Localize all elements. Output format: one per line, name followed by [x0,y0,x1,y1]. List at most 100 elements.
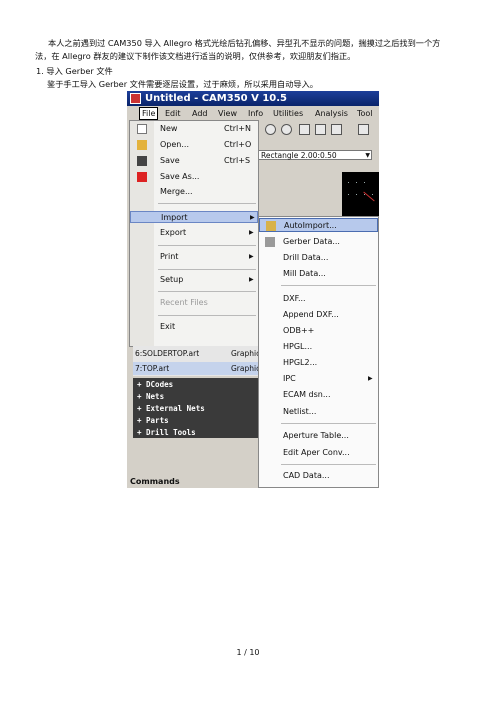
submenu-item-autoimport[interactable]: AutoImport... [259,218,378,232]
menu-item-export[interactable]: Export ▶ [130,227,258,239]
menu-file[interactable]: File [139,107,159,120]
recent-file-row[interactable]: 6:SOLDERTOP.art Graphic [133,347,261,360]
measure-icon[interactable] [358,124,369,135]
menu-item-new[interactable]: New Ctrl+N [130,123,258,135]
submenu-item-aperture-table[interactable]: Aperture Table... [259,429,378,443]
menu-item-recent-files: Recent Files [130,297,258,309]
submenu-item-cad-data[interactable]: CAD Data... [259,469,378,483]
window-title: Untitled - CAM350 V 10.5 [145,93,287,104]
grid-dot [356,182,357,183]
submenu-item-edit-aper-conv[interactable]: Edit Aper Conv... [259,446,378,460]
menu-utilities[interactable]: Utilities [273,108,303,119]
tree-item-parts[interactable]: + Parts [137,415,169,426]
submenu-item-netlist-label: Netlist... [283,407,317,416]
submenu-item-hpgl[interactable]: HPGL... [259,340,378,354]
menu-item-merge-label: Merge... [160,187,193,196]
aperture-combo[interactable]: Rectangle 2.00:0.50 ▼ [258,150,372,160]
menu-item-merge[interactable]: Merge... [130,186,258,198]
chevron-right-icon: ▶ [249,253,254,260]
submenu-item-aperture-table-label: Aperture Table... [283,431,349,440]
menu-item-save-label: Save [160,156,180,165]
grid-dot [348,194,349,195]
submenu-separator [281,285,376,286]
menu-separator [158,245,256,246]
autoimport-icon [266,221,276,231]
grid-dot [372,194,373,195]
menu-item-import-label: Import [161,213,188,222]
menu-item-export-label: Export [160,228,187,237]
submenu-item-drill[interactable]: Drill Data... [259,251,378,265]
menu-item-open-label: Open... [160,140,189,149]
submenu-item-netlist[interactable]: Netlist... [259,405,378,419]
menu-view[interactable]: View [218,108,237,119]
zoom-window-icon[interactable] [299,124,310,135]
commands-bar: Commands [127,475,263,488]
submenu-item-ipc[interactable]: IPC ▶ [259,372,378,386]
submenu-item-dxf[interactable]: DXF... [259,292,378,306]
menu-analysis[interactable]: Analysis [315,108,348,119]
submenu-item-edit-aper-conv-label: Edit Aper Conv... [283,448,350,457]
submenu-item-dxf-label: DXF... [283,294,306,303]
menu-item-save-as[interactable]: Save As... [130,171,258,183]
submenu-item-append-dxf-label: Append DXF... [283,310,339,319]
grid-dot [364,182,365,183]
intro-line-2: 法，在 Allegro 群友的建议下制作该文档进行适当的说明，仅供参考，欢迎朋友… [35,51,356,61]
menu-separator [158,203,256,204]
chevron-right-icon: ▶ [368,375,373,382]
submenu-item-hpgl2-label: HPGL2... [283,358,318,367]
tree-item-dcodes[interactable]: + DCodes [137,379,173,390]
menu-item-open-shortcut: Ctrl+O [224,140,252,149]
new-file-icon [137,124,147,134]
redraw-icon[interactable] [331,124,342,135]
menu-item-print-label: Print [160,252,179,261]
submenu-item-ecam-label: ECAM dsn... [283,390,331,399]
menu-add[interactable]: Add [192,108,208,119]
save-disk-icon [137,156,147,166]
zoom-out-icon[interactable] [281,124,292,135]
submenu-item-gerber[interactable]: Gerber Data... [259,235,378,249]
submenu-item-mill[interactable]: Mill Data... [259,267,378,281]
submenu-item-hpgl-label: HPGL... [283,342,313,351]
submenu-item-mill-label: Mill Data... [283,269,326,278]
menu-item-import[interactable]: Import ▶ [130,211,258,223]
menu-item-exit[interactable]: Exit [130,321,258,333]
recent-files-list: 6:SOLDERTOP.art Graphic 7:TOP.art Graphi… [133,346,261,376]
chevron-right-icon: ▶ [250,214,255,221]
menu-item-recent-files-label: Recent Files [160,298,208,307]
submenu-item-ipc-label: IPC [283,374,296,383]
recent-file-row[interactable]: 7:TOP.art Graphic [133,362,261,375]
chevron-right-icon: ▶ [249,276,254,283]
menu-separator [158,315,256,316]
intro-line-1: 本人之前遇到过 CAM350 导入 Allegro 格式光绘后钻孔偏移、异型孔不… [48,38,441,48]
step-1-description: 鉴于手工导入 Gerber 文件需要逐层设置，过于麻烦，所以采用自动导入。 [47,79,318,89]
chevron-down-icon[interactable]: ▼ [365,152,370,159]
recent-file-name: 6:SOLDERTOP.art [135,349,200,358]
chevron-right-icon: ▶ [249,229,254,236]
menu-item-open[interactable]: Open... Ctrl+O [130,139,258,151]
menu-item-print[interactable]: Print ▶ [130,251,258,263]
zoom-in-icon[interactable] [265,124,276,135]
menu-item-setup[interactable]: Setup ▶ [130,274,258,286]
save-as-icon [137,172,147,182]
submenu-item-ecam[interactable]: ECAM dsn... [259,388,378,402]
toolbar [257,122,379,140]
submenu-separator [281,464,376,465]
menu-item-save[interactable]: Save Ctrl+S [130,155,258,167]
menu-item-exit-label: Exit [160,322,176,331]
menu-edit[interactable]: Edit [165,108,181,119]
import-submenu: AutoImport... Gerber Data... Drill Data.… [258,216,379,488]
tree-item-drill-tools[interactable]: + Drill Tools [137,427,196,438]
tree-item-nets[interactable]: + Nets [137,391,164,402]
recent-file-name: 7:TOP.art [135,364,170,373]
menu-item-new-shortcut: Ctrl+N [224,124,251,133]
submenu-item-hpgl2[interactable]: HPGL2... [259,356,378,370]
recent-file-type: Graphic [231,364,261,373]
submenu-item-append-dxf[interactable]: Append DXF... [259,308,378,322]
menu-info[interactable]: Info [248,108,263,119]
menu-separator [158,269,256,270]
tree-item-external-nets[interactable]: + External Nets [137,403,205,414]
zoom-all-icon[interactable] [315,124,326,135]
open-folder-icon [137,140,147,150]
submenu-item-odb[interactable]: ODB++ [259,324,378,338]
menu-tool[interactable]: Tool [357,108,373,119]
